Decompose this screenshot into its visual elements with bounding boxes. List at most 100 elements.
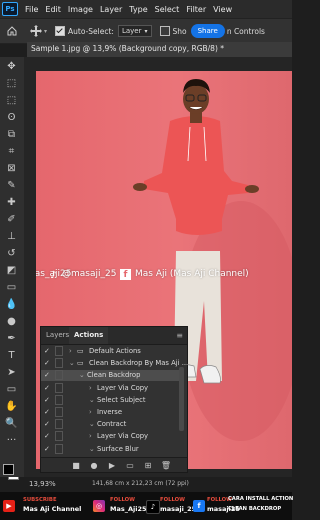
check-icon[interactable]: ✓ [44,420,51,428]
check-icon[interactable]: ✓ [44,347,51,355]
action-row[interactable]: ✓ ⌄ Clean Backdrop [41,370,179,382]
history-brush-icon[interactable]: ↺ [4,246,19,260]
banner-subscribe-label: SUBSCRIBE [23,497,57,503]
share-button[interactable]: Share [190,24,225,38]
object-select-tool-icon[interactable]: ⧉ [4,127,19,141]
menu-layer[interactable]: Layer [100,5,122,14]
banner-promo-line2: CLEAN BACKDROP [228,506,282,512]
menu-file[interactable]: File [25,5,38,14]
dialog-toggle[interactable] [55,431,63,442]
action-row[interactable]: ✓ › Inverse [41,407,179,418]
check-icon[interactable]: ✓ [44,371,51,379]
dialog-toggle[interactable] [55,407,63,417]
chevron-down-icon[interactable]: ⌄ [79,371,85,379]
eraser-tool-icon[interactable]: ◩ [4,263,19,277]
healing-brush-icon[interactable]: ✚ [4,195,19,209]
foreground-color-swatch[interactable] [3,464,14,475]
auto-select-label: Auto-Select: [68,26,114,36]
dialog-toggle[interactable] [55,382,63,393]
hand-tool-icon[interactable]: ✋ [4,399,19,413]
show-transform-label: Sho [172,26,187,36]
menu-select[interactable]: Select [155,5,180,14]
check-icon[interactable]: ✓ [44,432,51,440]
menu-bar: Ps File Edit Image Layer Type Select Fil… [0,0,292,18]
auto-select-checkbox[interactable] [55,26,66,36]
check-icon[interactable]: ✓ [44,445,51,453]
clone-stamp-icon[interactable]: ⊥ [4,229,19,243]
chevron-down-icon[interactable]: ⌄ [89,396,95,404]
eyedropper-tool-icon[interactable]: ✎ [4,178,19,192]
move-tool-icon[interactable]: ✥ [4,59,19,73]
play-icon[interactable]: ▶ [107,460,117,470]
dialog-toggle[interactable] [55,346,63,356]
actions-scrollbar[interactable] [179,367,184,431]
chevron-right-icon[interactable]: › [69,347,72,355]
document-tab-title: Sample 1.jpg @ 13,9% (Background copy, R… [31,44,225,53]
options-bar: ▾ Auto-Select: Layer ▾ Sho Share n Contr… [0,18,292,44]
layer-dropdown-value: Layer [121,27,142,35]
transform-controls-label: n Controls [226,26,265,36]
type-tool-icon[interactable]: T [4,348,19,362]
chevron-down-icon[interactable]: ⌄ [69,359,75,367]
auto-select-dropdown[interactable]: Layer ▾ [117,25,152,37]
dialog-toggle[interactable] [55,419,63,430]
chevron-right-icon[interactable]: › [89,408,92,416]
check-icon[interactable]: ✓ [44,396,51,404]
menu-type[interactable]: Type [129,5,147,14]
check-icon[interactable]: ✓ [44,408,51,416]
banner-youtube-name: Mas Aji Channel [23,505,82,513]
artboard-tool-icon[interactable]: ⬚ [4,76,19,90]
pen-tool-icon[interactable]: ✒ [4,331,19,345]
show-transform-checkbox[interactable] [159,26,170,36]
new-set-folder-icon[interactable]: ▭ [125,460,135,470]
panel-menu-icon[interactable]: ≡ [176,331,183,340]
chevron-right-icon[interactable]: › [89,384,92,392]
delete-trash-icon[interactable]: 🗑 [161,460,171,470]
menu-filter[interactable]: Filter [186,5,206,14]
move-tool-icon[interactable] [30,25,42,37]
action-row[interactable]: ✓ ⌄ ▭ Clean Backdrop By Mas Aji ... [41,358,188,369]
check-icon[interactable]: ✓ [44,384,51,392]
action-label: Surface Blur [97,444,139,453]
gradient-tool-icon[interactable]: ▭ [4,280,19,294]
frame-tool-icon[interactable]: ⊠ [4,161,19,175]
tab-actions[interactable]: Actions [69,327,109,344]
document-tab[interactable]: Sample 1.jpg @ 13,9% (Background copy, R… [27,42,292,57]
dialog-toggle[interactable] [55,358,63,369]
menu-view[interactable]: View [213,5,232,14]
dialog-toggle[interactable] [55,370,63,381]
chevron-down-icon[interactable]: ⌄ [89,445,95,453]
dialog-toggle[interactable] [55,394,63,405]
path-select-icon[interactable]: ➤ [4,365,19,379]
new-action-icon[interactable]: ⊞ [143,460,153,470]
more-tools-icon[interactable]: ··· [4,433,19,447]
menu-edit[interactable]: Edit [45,5,61,14]
lasso-tool-icon[interactable]: ʘ [4,110,19,124]
action-row[interactable]: ✓ ⌄ Contract [41,419,179,430]
action-label: Clean Backdrop [87,371,141,380]
action-row[interactable]: ✓ ⌄ Surface Blur [41,443,179,455]
crop-tool-icon[interactable]: ⌗ [4,144,19,158]
dialog-toggle[interactable] [55,443,63,454]
menu-image[interactable]: Image [68,5,93,14]
brush-tool-icon[interactable]: ✐ [4,212,19,226]
home-icon[interactable] [6,25,18,37]
rectangle-tool-icon[interactable]: ▭ [4,382,19,396]
action-row[interactable]: ✓ ⌄ Select Subject [41,394,179,406]
chevron-down-icon[interactable]: ▾ [44,28,47,35]
record-icon[interactable]: ● [89,460,99,470]
action-row[interactable]: ✓ › Layer Via Copy [41,382,179,394]
chevron-down-icon[interactable]: ⌄ [89,420,95,428]
facebook-icon: f [193,500,205,512]
action-row[interactable]: ✓ › ▭ Default Actions [41,346,179,357]
stop-icon[interactable]: ■ [71,460,81,470]
chevron-right-icon[interactable]: › [89,432,92,440]
action-row[interactable]: ✓ › Layer Via Copy [41,431,179,442]
zoom-tool-icon[interactable]: 🔍 [4,416,19,430]
check-icon[interactable]: ✓ [44,359,51,367]
blur-tool-icon[interactable]: 💧 [4,297,19,311]
dodge-tool-icon[interactable]: ● [4,314,19,328]
marquee-tool-icon[interactable]: ⬚ [4,93,19,107]
zoom-level[interactable]: 13,93% [29,480,61,491]
tiktok-icon: ♪ [50,270,57,281]
